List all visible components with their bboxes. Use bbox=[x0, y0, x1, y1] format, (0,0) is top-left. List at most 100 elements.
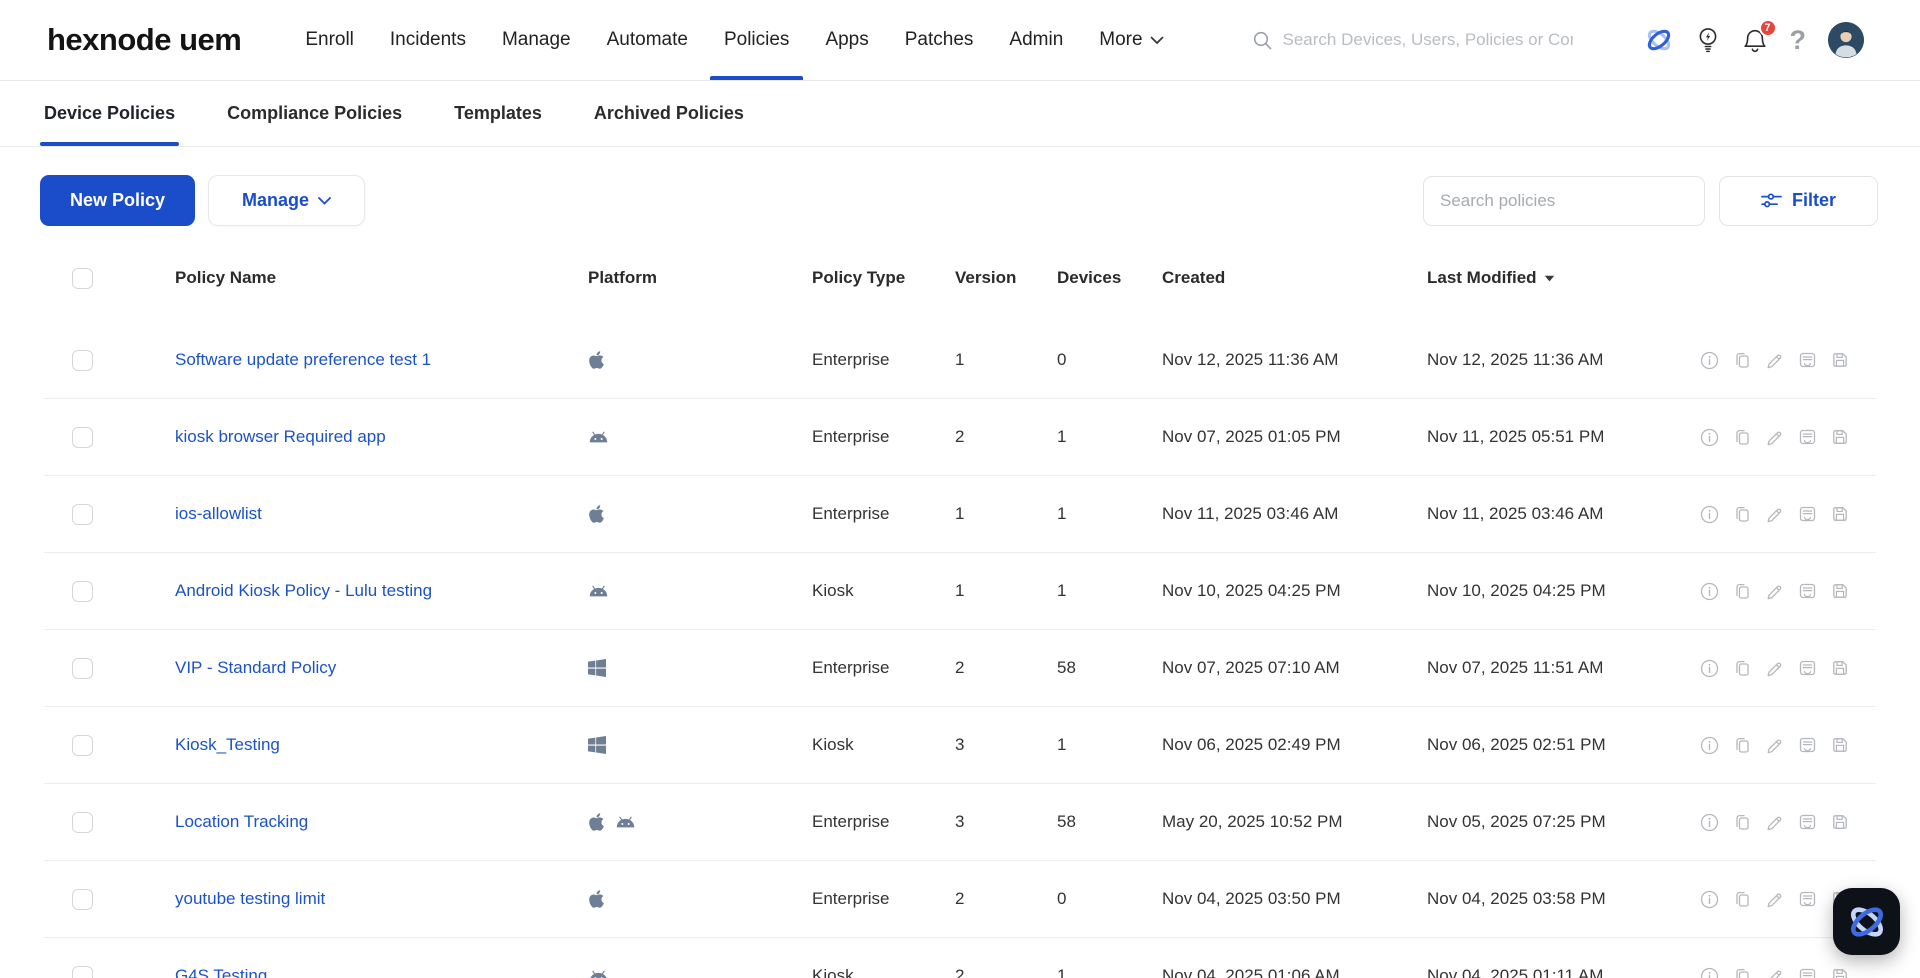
row-checkbox[interactable] bbox=[72, 503, 93, 525]
row-checkbox[interactable] bbox=[72, 580, 93, 602]
row-checkbox[interactable] bbox=[72, 426, 93, 448]
modified-date: Nov 11, 2025 05:51 PM bbox=[1427, 427, 1605, 446]
policy-name-link[interactable]: Location Tracking bbox=[175, 812, 308, 831]
duplicate-icon[interactable] bbox=[1733, 505, 1751, 524]
edit-icon[interactable] bbox=[1765, 890, 1784, 909]
duplicate-icon[interactable] bbox=[1733, 890, 1751, 909]
hexnode-genie-icon[interactable] bbox=[1644, 25, 1674, 55]
save-icon[interactable] bbox=[1831, 659, 1849, 677]
modified-date: Nov 04, 2025 01:11 AM bbox=[1427, 966, 1604, 978]
platform-icons bbox=[588, 430, 812, 444]
duplicate-icon[interactable] bbox=[1733, 351, 1751, 370]
save-icon[interactable] bbox=[1831, 428, 1849, 446]
tab-compliance-policies[interactable]: Compliance Policies bbox=[227, 81, 402, 146]
nav-item-policies[interactable]: Policies bbox=[706, 0, 807, 80]
policy-name-link[interactable]: youtube testing limit bbox=[175, 889, 325, 908]
info-icon[interactable] bbox=[1700, 582, 1719, 601]
archive-icon[interactable] bbox=[1798, 967, 1817, 978]
archive-icon[interactable] bbox=[1798, 659, 1817, 677]
policy-name-link[interactable]: Android Kiosk Policy - Lulu testing bbox=[175, 581, 432, 600]
filter-button[interactable]: Filter bbox=[1719, 175, 1878, 226]
nav-item-enroll[interactable]: Enroll bbox=[287, 0, 372, 80]
edit-icon[interactable] bbox=[1765, 813, 1784, 832]
hexnode-uem-logo[interactable]: hexnode uem bbox=[47, 22, 242, 58]
manage-dropdown-button[interactable]: Manage bbox=[208, 175, 366, 226]
policy-version: 2 bbox=[955, 658, 965, 677]
save-icon[interactable] bbox=[1831, 736, 1849, 754]
duplicate-icon[interactable] bbox=[1733, 582, 1751, 601]
archive-icon[interactable] bbox=[1798, 813, 1817, 831]
select-all-checkbox[interactable] bbox=[72, 267, 93, 289]
tab-device-policies[interactable]: Device Policies bbox=[39, 81, 180, 146]
info-icon[interactable] bbox=[1700, 967, 1719, 978]
duplicate-icon[interactable] bbox=[1733, 967, 1751, 978]
tab-templates[interactable]: Templates bbox=[454, 81, 542, 146]
save-icon[interactable] bbox=[1831, 582, 1849, 600]
policy-name-link[interactable]: ios-allowlist bbox=[175, 504, 262, 523]
archive-icon[interactable] bbox=[1798, 505, 1817, 523]
edit-icon[interactable] bbox=[1765, 736, 1784, 755]
row-checkbox[interactable] bbox=[72, 811, 93, 833]
policy-name-link[interactable]: kiosk browser Required app bbox=[175, 427, 386, 446]
archive-icon[interactable] bbox=[1798, 428, 1817, 446]
global-search[interactable] bbox=[1252, 30, 1582, 51]
row-checkbox[interactable] bbox=[72, 657, 93, 679]
devices-count: 1 bbox=[1057, 504, 1067, 523]
nav-item-manage[interactable]: Manage bbox=[484, 0, 589, 80]
policy-name-link[interactable]: Software update preference test 1 bbox=[175, 350, 431, 369]
row-checkbox[interactable] bbox=[72, 965, 93, 978]
edit-icon[interactable] bbox=[1765, 428, 1784, 447]
policy-version: 2 bbox=[955, 427, 965, 446]
info-icon[interactable] bbox=[1700, 428, 1719, 447]
duplicate-icon[interactable] bbox=[1733, 428, 1751, 447]
nav-item-automate[interactable]: Automate bbox=[589, 0, 706, 80]
new-policy-button[interactable]: New Policy bbox=[40, 175, 196, 226]
policy-name-link[interactable]: G4S Testing bbox=[175, 966, 267, 978]
nav-item-admin[interactable]: Admin bbox=[991, 0, 1081, 80]
save-icon[interactable] bbox=[1831, 505, 1849, 523]
row-actions bbox=[1700, 351, 1876, 370]
policy-name-link[interactable]: VIP - Standard Policy bbox=[175, 658, 336, 677]
nav-item-more[interactable]: More bbox=[1081, 0, 1181, 80]
edit-icon[interactable] bbox=[1765, 582, 1784, 601]
edit-icon[interactable] bbox=[1765, 505, 1784, 524]
info-icon[interactable] bbox=[1700, 736, 1719, 755]
tab-archived-policies[interactable]: Archived Policies bbox=[594, 81, 744, 146]
policy-version: 1 bbox=[955, 581, 965, 600]
edit-icon[interactable] bbox=[1765, 659, 1784, 678]
edit-icon[interactable] bbox=[1765, 967, 1784, 978]
archive-icon[interactable] bbox=[1798, 351, 1817, 369]
info-icon[interactable] bbox=[1700, 813, 1719, 832]
column-header-last-modified[interactable]: Last Modified bbox=[1427, 268, 1700, 288]
policies-tab-bar: Device Policies Compliance Policies Temp… bbox=[0, 81, 1920, 147]
row-checkbox[interactable] bbox=[72, 734, 93, 756]
nav-item-incidents[interactable]: Incidents bbox=[372, 0, 484, 80]
save-icon[interactable] bbox=[1831, 351, 1849, 369]
notifications-bell-icon[interactable]: 7 bbox=[1742, 19, 1777, 54]
archive-icon[interactable] bbox=[1798, 582, 1817, 600]
help-icon[interactable]: ? bbox=[1790, 26, 1807, 54]
row-checkbox[interactable] bbox=[72, 888, 93, 910]
duplicate-icon[interactable] bbox=[1733, 659, 1751, 678]
duplicate-icon[interactable] bbox=[1733, 813, 1751, 832]
save-icon[interactable] bbox=[1831, 967, 1849, 978]
policy-version: 2 bbox=[955, 889, 965, 908]
archive-icon[interactable] bbox=[1798, 736, 1817, 754]
archive-icon[interactable] bbox=[1798, 890, 1817, 908]
info-icon[interactable] bbox=[1700, 890, 1719, 909]
hexnode-assistant-widget[interactable] bbox=[1833, 888, 1900, 955]
nav-item-patches[interactable]: Patches bbox=[887, 0, 992, 80]
global-search-input[interactable] bbox=[1282, 30, 1573, 50]
info-icon[interactable] bbox=[1700, 505, 1719, 524]
search-policies-input[interactable] bbox=[1423, 175, 1705, 226]
policy-name-link[interactable]: Kiosk_Testing bbox=[175, 735, 280, 754]
save-icon[interactable] bbox=[1831, 813, 1849, 831]
nav-item-apps[interactable]: Apps bbox=[807, 0, 886, 80]
whats-new-bulb-icon[interactable] bbox=[1696, 27, 1720, 54]
duplicate-icon[interactable] bbox=[1733, 736, 1751, 755]
edit-icon[interactable] bbox=[1765, 351, 1784, 370]
avatar[interactable] bbox=[1828, 22, 1864, 58]
info-icon[interactable] bbox=[1700, 351, 1719, 370]
info-icon[interactable] bbox=[1700, 659, 1719, 678]
row-checkbox[interactable] bbox=[72, 349, 93, 371]
